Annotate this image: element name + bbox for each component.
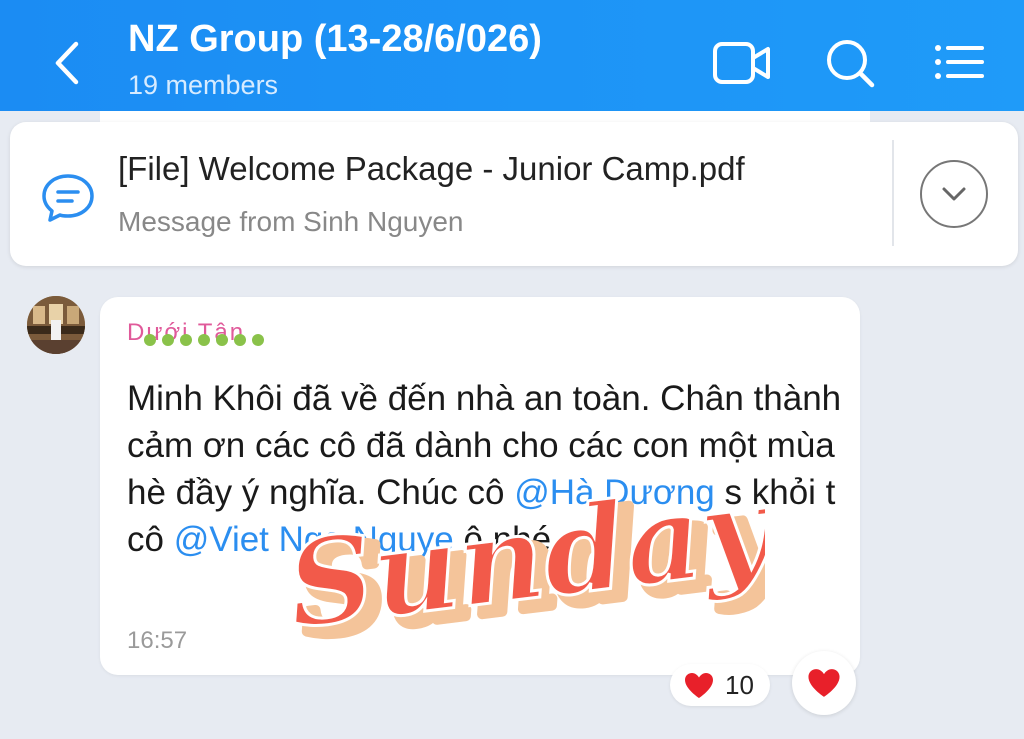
pinned-title: [File] Welcome Package - Junior Camp.pdf [118, 150, 745, 187]
video-call-icon [713, 42, 770, 84]
video-call-button[interactable] [712, 38, 772, 88]
back-button[interactable] [48, 38, 88, 88]
reaction-summary[interactable]: 10 [670, 664, 770, 706]
reaction-count: 10 [725, 670, 754, 700]
sticker-text: Sunday [295, 480, 765, 650]
search-icon [827, 40, 875, 88]
heart-icon [808, 669, 840, 697]
chat-bubble-icon [42, 174, 94, 222]
sunday-sticker: Sunday Sunday [295, 480, 765, 650]
divider [892, 140, 894, 246]
heart-icon [685, 673, 713, 698]
expand-pinned-button[interactable] [920, 160, 988, 228]
react-heart-button[interactable] [792, 651, 856, 715]
back-icon [55, 41, 79, 85]
chevron-down-icon [942, 187, 966, 201]
redaction-dots [144, 334, 264, 346]
member-count[interactable]: 19 members [128, 70, 278, 101]
search-button[interactable] [820, 38, 880, 88]
menu-list-icon [935, 45, 984, 79]
avatar[interactable] [27, 296, 85, 354]
chat-header: NZ Group (13-28/6/026) 19 members [0, 0, 1024, 111]
pinned-message[interactable]: [File] Welcome Package - Junior Camp.pdf… [10, 122, 1018, 266]
pinned-subtitle: Message from Sinh Nguyen [118, 206, 464, 237]
menu-button[interactable] [930, 38, 990, 88]
message-time: 16:57 [127, 627, 188, 654]
group-title[interactable]: NZ Group (13-28/6/026) [128, 18, 542, 61]
